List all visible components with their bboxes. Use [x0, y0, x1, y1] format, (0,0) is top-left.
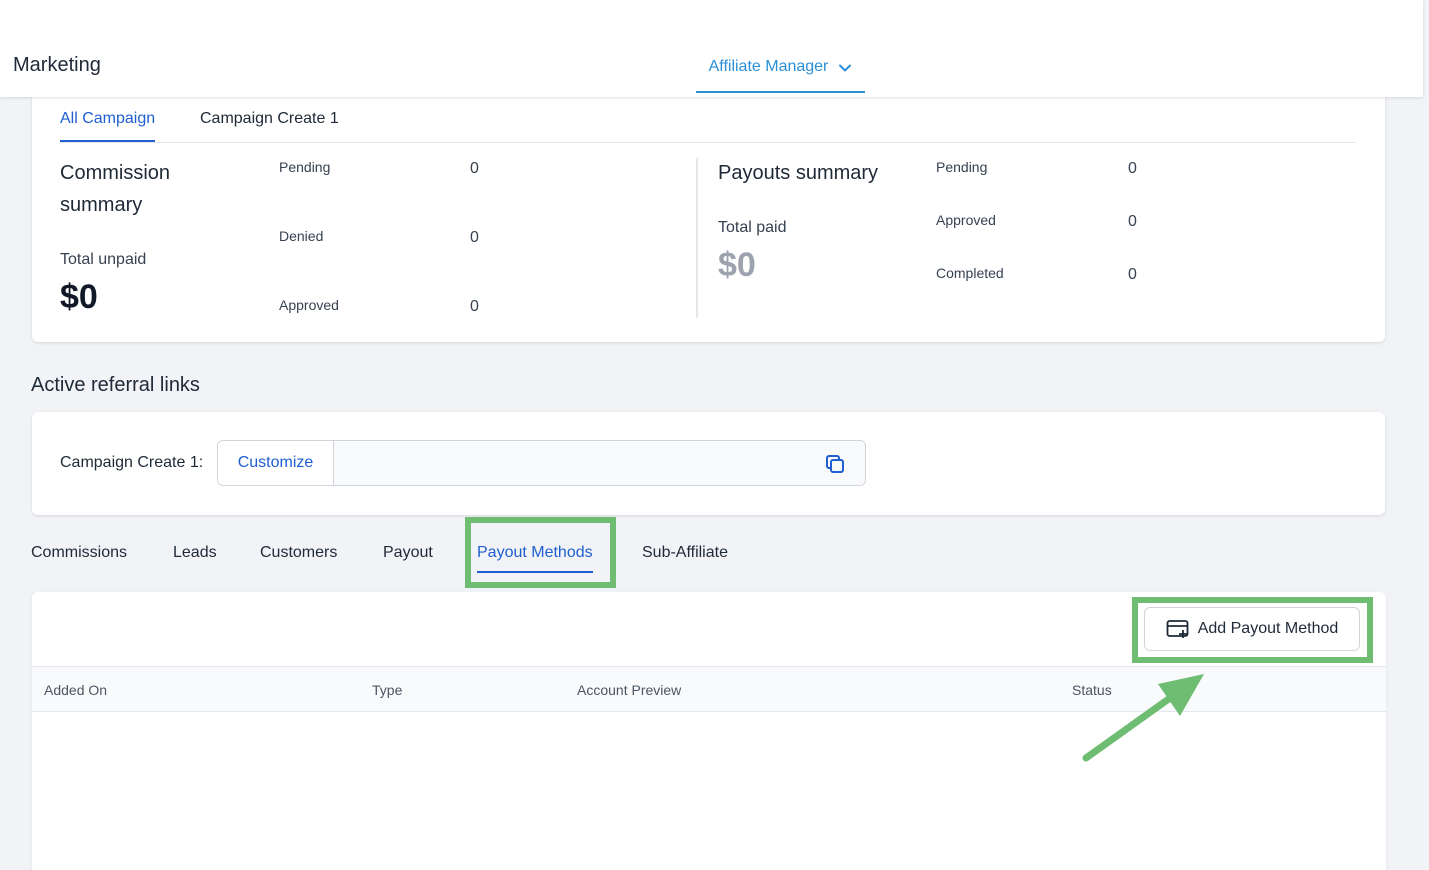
tab-sub-affiliate[interactable]: Sub-Affiliate: [642, 544, 728, 562]
annotation-arrow-icon: [1082, 674, 1204, 762]
payouts-approved-value: 0: [1128, 213, 1137, 230]
highlight-box-payout-methods: [465, 517, 616, 588]
customize-button[interactable]: Customize: [218, 441, 334, 485]
commission-pending-value: 0: [470, 160, 479, 177]
payouts-summary-title: Payouts summary: [718, 162, 879, 184]
tab-payout[interactable]: Payout: [383, 544, 433, 562]
referral-campaign-label: Campaign Create 1:: [60, 454, 204, 471]
summary-card: All Campaign Campaign Create 1 Commissio…: [32, 96, 1385, 342]
total-unpaid-value: $0: [60, 278, 98, 316]
dropdown-label: Affiliate Manager: [708, 58, 829, 75]
referral-card: Campaign Create 1: Customize: [32, 412, 1385, 515]
column-account-preview[interactable]: Account Preview: [577, 682, 681, 698]
active-referral-links-title: Active referral links: [31, 374, 200, 396]
tab-customers[interactable]: Customers: [260, 544, 337, 562]
tab-commissions[interactable]: Commissions: [31, 544, 127, 562]
chevron-down-icon: [839, 64, 852, 72]
column-added-on[interactable]: Added On: [44, 682, 107, 698]
commission-title-line2: summary: [60, 194, 143, 216]
commission-approved-value: 0: [470, 298, 479, 315]
app-title: Marketing: [13, 54, 101, 76]
commission-denied-value: 0: [470, 229, 479, 246]
payouts-pending-label: Pending: [936, 159, 988, 175]
payouts-completed-label: Completed: [936, 265, 1004, 281]
total-unpaid-label: Total unpaid: [60, 251, 147, 268]
campaign-tabs: All Campaign Campaign Create 1: [60, 96, 1356, 143]
commission-approved-label: Approved: [279, 297, 339, 313]
column-type[interactable]: Type: [372, 682, 402, 698]
top-header: Marketing Affiliate Manager: [0, 0, 1423, 97]
total-paid-label: Total paid: [718, 219, 787, 236]
payouts-completed-value: 0: [1128, 266, 1137, 283]
affiliate-manager-dropdown[interactable]: Affiliate Manager: [696, 52, 865, 93]
total-paid-value: $0: [718, 246, 756, 284]
commission-pending-label: Pending: [279, 159, 331, 175]
referral-link-field[interactable]: [334, 441, 865, 485]
commission-title-line1: Commission: [60, 162, 171, 184]
payouts-approved-label: Approved: [936, 212, 996, 228]
tab-campaign-create-1[interactable]: Campaign Create 1: [200, 110, 339, 140]
highlight-box-add-payout-method: [1132, 597, 1373, 663]
payouts-pending-value: 0: [1128, 160, 1137, 177]
tab-leads[interactable]: Leads: [173, 544, 217, 562]
referral-link-group: Customize: [217, 440, 866, 486]
commission-summary-title: Commission summary: [60, 157, 170, 221]
commission-denied-label: Denied: [279, 228, 324, 244]
summary-divider: [696, 158, 698, 318]
copy-icon[interactable]: [823, 452, 847, 476]
tab-all-campaign[interactable]: All Campaign: [60, 110, 156, 142]
